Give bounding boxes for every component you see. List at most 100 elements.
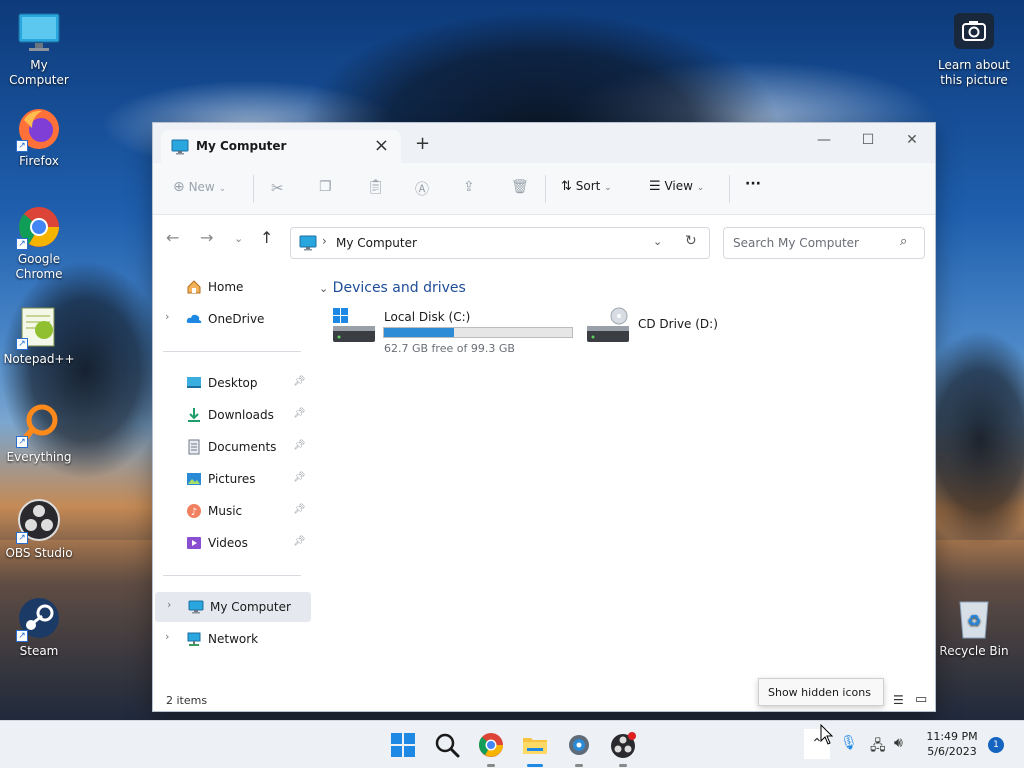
close-tab-icon[interactable]: ×: [374, 135, 389, 156]
desktop-icon-firefox[interactable]: ↗ Firefox: [0, 106, 79, 169]
svg-text:♪: ♪: [191, 507, 197, 518]
start-button[interactable]: [389, 731, 417, 759]
sidebar-item-label: OneDrive: [208, 312, 265, 326]
title-bar: My Computer × + — ☐ ✕: [153, 123, 935, 163]
shortcut-arrow-icon: ↗: [16, 532, 28, 544]
pin-icon[interactable]: 📌︎: [293, 440, 306, 451]
sidebar-divider: [163, 351, 301, 352]
taskbar-file-explorer[interactable]: [521, 731, 549, 767]
cloud-icon: [186, 311, 202, 327]
camera-icon: [951, 10, 997, 56]
sidebar-item-label: Documents: [208, 440, 277, 454]
sidebar-item-desktop[interactable]: Desktop 📌︎: [153, 368, 309, 398]
view-button[interactable]: ☰ View ⌄: [649, 179, 704, 194]
cut-icon[interactable]: ✂: [271, 179, 284, 197]
taskbar-search-button[interactable]: [433, 731, 461, 759]
refresh-icon[interactable]: ↻: [685, 233, 697, 249]
desktop-icon-obs[interactable]: ↗ OBS Studio: [0, 498, 79, 561]
folder-icon: [523, 738, 547, 754]
sidebar-item-label: Pictures: [208, 472, 256, 486]
desktop-icon-steam[interactable]: ↗ Steam: [0, 596, 79, 659]
sidebar-item-label: Network: [208, 632, 259, 646]
sidebar-item-onedrive[interactable]: › OneDrive: [153, 304, 309, 334]
running-indicator: [575, 764, 583, 767]
chrome-icon: [478, 733, 503, 757]
chevron-right-icon[interactable]: ›: [167, 598, 171, 611]
taskbar-settings[interactable]: [565, 731, 593, 767]
drive-name: Local Disk (C:): [384, 310, 471, 324]
drive-usage-bar: [383, 327, 573, 338]
toolbar-divider: [545, 175, 546, 203]
sidebar-item-my-computer[interactable]: › My Computer: [155, 592, 311, 622]
close-window-button[interactable]: ✕: [889, 127, 935, 153]
delete-icon[interactable]: 🗑︎: [511, 179, 529, 195]
copy-icon[interactable]: ❐: [319, 179, 332, 195]
desktop-icon-recycle-bin[interactable]: ♻ Recycle Bin: [934, 596, 1014, 659]
desktop-icon-notepadpp[interactable]: ↗ Notepad++: [0, 304, 79, 367]
up-arrow-icon[interactable]: ↑: [260, 228, 273, 247]
forward-arrow-icon[interactable]: →: [200, 228, 213, 247]
pin-icon[interactable]: 📌︎: [293, 472, 306, 483]
download-icon: [186, 407, 202, 423]
share-icon[interactable]: ⇪: [463, 179, 475, 195]
music-icon: ♪: [186, 503, 202, 519]
minimize-button[interactable]: —: [801, 127, 847, 153]
notification-badge[interactable]: 1: [988, 737, 1004, 753]
tab-my-computer[interactable]: My Computer ×: [161, 130, 401, 163]
microphone-icon[interactable]: 🎙︎: [840, 735, 858, 751]
monitor-icon: [188, 599, 204, 615]
address-dropdown-chevron-icon[interactable]: ⌄: [653, 235, 662, 248]
taskbar-chrome[interactable]: [477, 731, 505, 767]
chevron-right-icon[interactable]: ›: [165, 310, 169, 323]
more-options-button[interactable]: ···: [745, 176, 761, 192]
desktop-icon-chrome[interactable]: ↗ Google Chrome: [0, 204, 79, 282]
address-bar[interactable]: › My Computer ⌄ ↻: [290, 227, 710, 259]
breadcrumb-chevron-icon: ›: [322, 234, 327, 248]
pin-icon[interactable]: 📌︎: [293, 408, 306, 419]
taskbar-obs[interactable]: [609, 731, 637, 767]
shortcut-arrow-icon: ↗: [16, 140, 28, 152]
clock[interactable]: 11:49 PM 5/6/2023: [920, 729, 984, 759]
volume-icon[interactable]: 🔊︎: [894, 735, 903, 751]
file-explorer-window: My Computer × + — ☐ ✕ ⊕ New ⌄ ✂ ❐ 📋︎ Ⓐ ⇪…: [152, 122, 936, 712]
recent-locations-chevron-icon[interactable]: ⌄: [234, 232, 243, 245]
sidebar-item-label: My Computer: [210, 600, 291, 614]
network-status-icon[interactable]: 🖧︎: [870, 735, 886, 759]
pin-icon[interactable]: 📌︎: [293, 536, 306, 547]
desktop-icon-label: Everything: [6, 450, 72, 464]
details-view-icon[interactable]: ☰: [893, 693, 904, 707]
sidebar-item-downloads[interactable]: Downloads 📌︎: [153, 400, 309, 430]
mouse-cursor-icon: [820, 724, 834, 745]
drive-item-d[interactable]: CD Drive (D:): [585, 306, 785, 356]
chevron-right-icon[interactable]: ›: [165, 630, 169, 643]
rename-icon[interactable]: Ⓐ: [415, 179, 429, 199]
drive-usage-fill: [384, 328, 454, 337]
new-button[interactable]: ⊕ New ⌄: [173, 179, 226, 195]
paste-icon[interactable]: 📋︎: [367, 179, 385, 195]
pin-icon[interactable]: 📌︎: [293, 376, 306, 387]
notepadpp-icon: ↗: [16, 304, 62, 350]
back-arrow-icon[interactable]: ←: [166, 228, 179, 247]
desktop-icon-label: Notepad++: [3, 352, 75, 366]
search-placeholder: Search My Computer: [733, 236, 859, 250]
large-icons-view-icon[interactable]: ▭: [915, 692, 927, 707]
address-path: My Computer: [336, 236, 417, 250]
drive-item-c[interactable]: Local Disk (C:) 62.7 GB free of 99.3 GB: [331, 306, 581, 356]
new-tab-button[interactable]: +: [415, 133, 430, 154]
search-box[interactable]: Search My Computer ⌕: [723, 227, 925, 259]
pin-icon[interactable]: 📌︎: [293, 504, 306, 515]
sidebar-item-label: Videos: [208, 536, 248, 550]
desktop-icon-my-computer[interactable]: My Computer: [0, 10, 79, 88]
group-header-devices[interactable]: ⌄ Devices and drives: [319, 280, 466, 296]
sidebar-item-network[interactable]: › Network: [153, 624, 309, 654]
home-icon: [186, 279, 202, 295]
sort-button[interactable]: ⇅ Sort ⌄: [561, 179, 612, 194]
sidebar-item-documents[interactable]: Documents 📌︎: [153, 432, 309, 462]
maximize-button[interactable]: ☐: [845, 127, 891, 153]
sidebar-item-music[interactable]: ♪ Music 📌︎: [153, 496, 309, 526]
desktop-icon-learn-picture[interactable]: Learn about this picture: [934, 10, 1014, 88]
sidebar-item-videos[interactable]: Videos 📌︎: [153, 528, 309, 558]
sidebar-item-home[interactable]: Home: [153, 272, 309, 302]
sidebar-item-pictures[interactable]: Pictures 📌︎: [153, 464, 309, 494]
desktop-icon-everything[interactable]: ↗ Everything: [0, 402, 79, 465]
